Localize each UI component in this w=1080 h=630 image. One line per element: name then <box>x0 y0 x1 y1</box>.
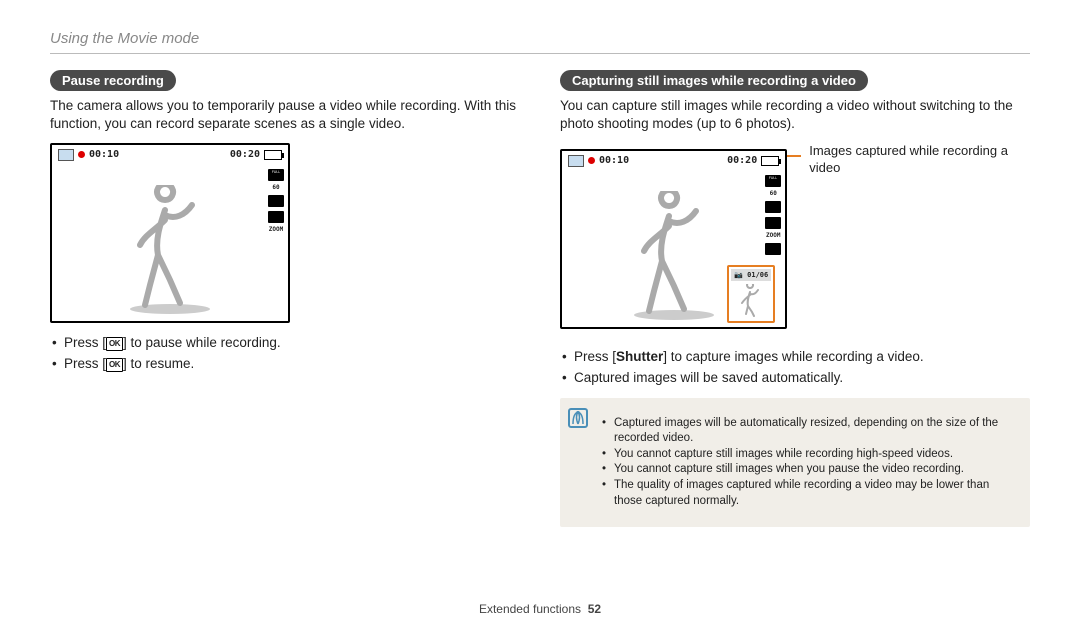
battery-icon <box>761 156 779 166</box>
note-icon <box>568 408 588 428</box>
note-paused: You cannot capture still images when you… <box>600 462 1018 478</box>
zoom-label: ZOOM <box>766 233 780 239</box>
capture-counter-box: 📷 01/06 <box>727 265 775 323</box>
resolution-full-icon <box>268 169 284 181</box>
page-footer: Extended functions 52 <box>0 602 1080 616</box>
bullet-resume: Press [OK] to resume. <box>50 354 520 374</box>
notes-box: Captured images will be automatically re… <box>560 398 1030 527</box>
callout-line <box>785 155 801 157</box>
lcd-screenshot-left: 00:10 00:20 60 ZOOM <box>50 143 290 323</box>
skater-silhouette-icon <box>110 185 230 315</box>
thumb-icon <box>58 149 74 161</box>
note-quality: The quality of images captured while rec… <box>600 478 1018 509</box>
zoom-label: ZOOM <box>269 227 283 233</box>
left-bullets: Press [OK] to pause while recording. Pre… <box>50 333 520 374</box>
record-dot-icon <box>588 157 595 164</box>
capture-thumb-icon <box>736 284 766 318</box>
indicator-icon-1 <box>268 195 284 207</box>
bullet-shutter: Press [Shutter] to capture images while … <box>560 347 1030 367</box>
left-column: Pause recording The camera allows you to… <box>50 70 520 527</box>
resolution-full-icon <box>765 175 781 187</box>
footer-page: 52 <box>588 602 601 616</box>
heading-pause-recording: Pause recording <box>50 70 176 91</box>
record-dot-icon <box>78 151 85 158</box>
bullet-pause: Press [OK] to pause while recording. <box>50 333 520 353</box>
elapsed-time: 00:10 <box>89 149 119 160</box>
note-resize: Captured images will be automatically re… <box>600 416 1018 447</box>
remaining-time: 00:20 <box>230 149 260 160</box>
elapsed-time: 00:10 <box>599 155 629 166</box>
right-bullets: Press [Shutter] to capture images while … <box>560 347 1030 388</box>
fps-label: 60 <box>770 191 777 197</box>
divider <box>50 53 1030 54</box>
skater-silhouette-icon <box>614 191 734 321</box>
fps-label: 60 <box>272 185 279 191</box>
heading-capturing-stills: Capturing still images while recording a… <box>560 70 868 91</box>
thumb-icon <box>568 155 584 167</box>
indicator-icon-1 <box>765 201 781 213</box>
right-column: Capturing still images while recording a… <box>560 70 1030 527</box>
capture-counter: 01/06 <box>747 271 768 279</box>
remaining-time: 00:20 <box>727 155 757 166</box>
battery-icon <box>264 150 282 160</box>
lcd-screenshot-right: 00:10 00:20 60 ZOOM <box>560 149 787 329</box>
section-title: Using the Movie mode <box>50 30 1030 47</box>
indicator-icon-2 <box>268 211 284 223</box>
shutter-label: Shutter <box>616 349 663 364</box>
bullet-auto-save: Captured images will be saved automatica… <box>560 368 1030 388</box>
capture-mode-icon <box>765 243 781 255</box>
note-highspeed: You cannot capture still images while re… <box>600 447 1018 463</box>
footer-chapter: Extended functions <box>479 602 581 616</box>
callout-text: Images captured while recording a video <box>809 143 1030 177</box>
para-pause-recording: The camera allows you to temporarily pau… <box>50 97 520 133</box>
para-capturing-stills: You can capture still images while recor… <box>560 97 1030 133</box>
indicator-icon-2 <box>765 217 781 229</box>
ok-button-icon: OK <box>106 358 123 372</box>
ok-button-icon: OK <box>106 337 123 351</box>
camera-icon: 📷 <box>734 271 743 279</box>
